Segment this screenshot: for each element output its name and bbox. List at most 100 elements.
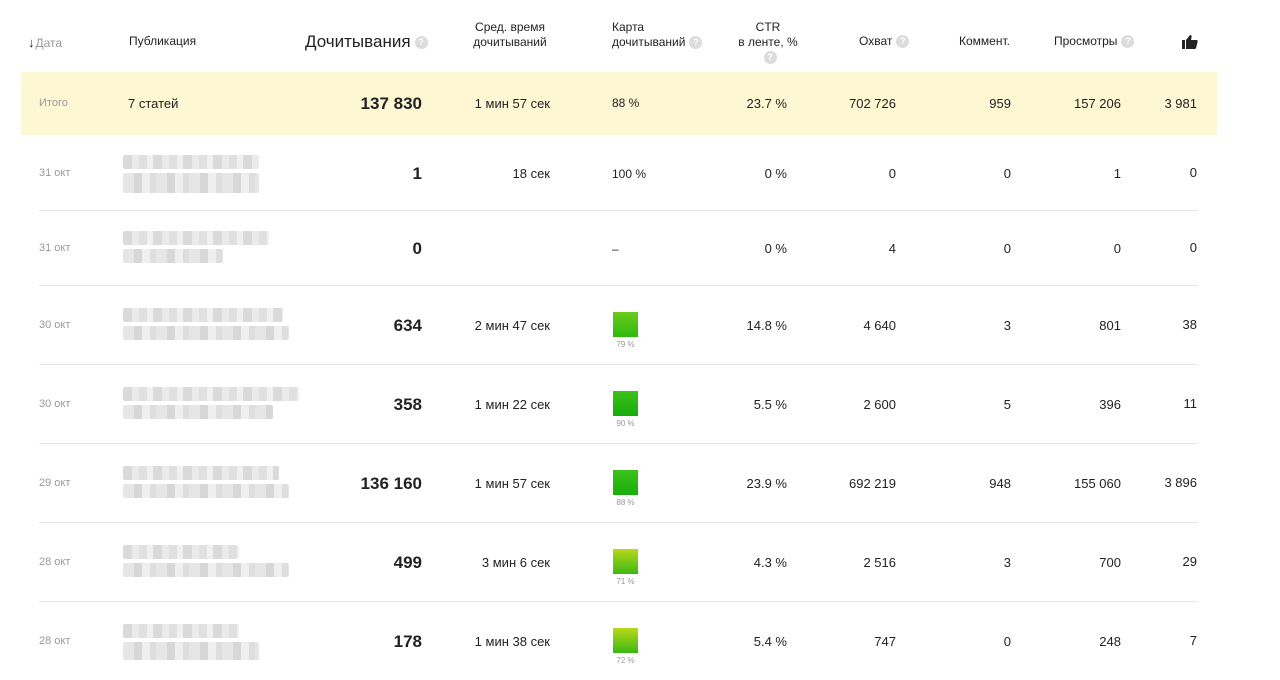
row-likes: 11: [1183, 396, 1198, 411]
table-row[interactable]: 28 окт 499 3 мин 6 сек 71 % 4.3 % 2 516 …: [0, 523, 1280, 602]
row-avg-time: 3 мин 6 сек: [481, 555, 550, 570]
row-likes: 7: [1189, 633, 1197, 648]
row-ctr: 0 %: [764, 241, 787, 256]
publication-thumbnail-blurred[interactable]: [123, 387, 299, 401]
table-row[interactable]: 30 окт 358 1 мин 22 сек 90 % 5.5 % 2 600…: [0, 365, 1280, 444]
row-ctr: 5.5 %: [753, 397, 787, 412]
reads-map-bar[interactable]: [613, 628, 638, 653]
row-likes: 38: [1182, 317, 1197, 332]
table-row[interactable]: 28 окт 178 1 мин 38 сек 72 % 5.4 % 747 0…: [0, 602, 1280, 680]
reads-map-bar[interactable]: [613, 470, 638, 495]
reads-map-percent: 71 %: [616, 577, 635, 586]
reach-header-label: Охват: [859, 34, 893, 48]
reads-map-bar[interactable]: [613, 391, 638, 416]
row-date: 28 окт: [39, 556, 71, 568]
reach-header[interactable]: Охват?: [859, 34, 910, 49]
reads-map-percent: 79 %: [616, 340, 635, 349]
publication-thumbnail-blurred[interactable]: [123, 155, 259, 169]
publication-title-blurred[interactable]: [123, 642, 259, 660]
row-date: 30 окт: [39, 319, 71, 331]
total-reads: 137 830: [360, 94, 422, 113]
reads-map-bar[interactable]: [613, 312, 638, 337]
date-header-label: Дата: [35, 36, 63, 50]
help-icon[interactable]: ?: [763, 51, 777, 65]
row-date: 31 окт: [39, 242, 71, 254]
publication-thumbnail-blurred[interactable]: [123, 624, 239, 638]
avg-time-header[interactable]: Сред. время дочитываний: [460, 20, 560, 50]
total-publications: 7 статей: [128, 96, 179, 111]
views-header[interactable]: Просмотры?: [1054, 34, 1135, 49]
publication-title-blurred[interactable]: [123, 563, 289, 577]
row-views: 155 060: [1074, 476, 1121, 491]
publication-thumbnail-blurred[interactable]: [123, 231, 269, 245]
publication-header[interactable]: Публикация: [129, 34, 196, 49]
row-views: 0: [1113, 241, 1121, 256]
row-ctr: 4.3 %: [753, 555, 787, 570]
publication-thumbnail-blurred[interactable]: [123, 545, 239, 559]
row-reach: 0: [888, 166, 896, 181]
row-likes: 29: [1182, 554, 1197, 569]
total-avg-time: 1 мин 57 сек: [474, 96, 550, 111]
row-date: 29 окт: [39, 477, 71, 489]
help-icon[interactable]: ?: [896, 35, 910, 49]
reads-map-percent: 90 %: [616, 419, 635, 428]
avg-time-header-line1: Сред. время: [475, 20, 545, 34]
row-map-text: 100 %: [612, 167, 647, 181]
reads-map-bar[interactable]: [613, 549, 638, 574]
row-reach: 2 516: [863, 555, 896, 570]
total-map: 88 %: [612, 96, 640, 110]
reads-map-percent: 72 %: [616, 656, 635, 665]
row-avg-time: 1 мин 38 сек: [474, 634, 550, 649]
ctr-header-line1: CTR: [755, 20, 781, 34]
publication-title-blurred[interactable]: [123, 484, 289, 498]
map-header-line2: дочитываний: [612, 35, 686, 49]
total-likes: 3 981: [1164, 96, 1197, 111]
reads-header[interactable]: Дочитывания?: [305, 32, 428, 52]
publication-title-blurred[interactable]: [123, 173, 259, 193]
help-icon[interactable]: ?: [689, 36, 703, 50]
row-likes: 3 896: [1164, 475, 1197, 490]
ctr-header[interactable]: CTR в ленте, %?: [730, 20, 806, 65]
row-date: 31 окт: [39, 167, 71, 179]
table-row[interactable]: 30 окт 634 2 мин 47 сек 79 % 14.8 % 4 64…: [0, 286, 1280, 365]
row-comments: 0: [1003, 166, 1011, 181]
reads-map-header[interactable]: Карта дочитываний?: [612, 20, 703, 50]
row-reach: 747: [874, 634, 896, 649]
views-header-label: Просмотры: [1054, 34, 1118, 48]
table-header: ↓Дата Публикация Дочитывания? Сред. врем…: [0, 0, 1280, 72]
row-views: 248: [1099, 634, 1121, 649]
article-stats-table: ↓Дата Публикация Дочитывания? Сред. врем…: [0, 0, 1280, 680]
publication-title-blurred[interactable]: [123, 405, 273, 419]
row-views: 1: [1113, 166, 1121, 181]
thumbs-up-icon[interactable]: [1182, 35, 1198, 49]
total-label: Итого: [39, 97, 68, 109]
row-reads: 499: [393, 553, 422, 572]
row-comments: 3: [1003, 555, 1011, 570]
comments-header[interactable]: Коммент.: [959, 34, 1010, 49]
total-ctr: 23.7 %: [746, 96, 787, 111]
row-reads: 178: [393, 632, 422, 651]
row-ctr: 23.9 %: [746, 476, 787, 491]
help-icon[interactable]: ?: [1121, 35, 1135, 49]
table-row[interactable]: 31 окт 1 18 сек 100 % 0 % 0 0 1 0: [0, 135, 1280, 211]
row-ctr: 14.8 %: [746, 318, 787, 333]
row-comments: 0: [1003, 634, 1011, 649]
table-row[interactable]: 29 окт 136 160 1 мин 57 сек 88 % 23.9 % …: [0, 444, 1280, 523]
row-avg-time: 18 сек: [512, 166, 551, 181]
row-comments: 948: [989, 476, 1011, 491]
row-views: 396: [1099, 397, 1121, 412]
publication-title-blurred[interactable]: [123, 249, 223, 263]
reads-header-label: Дочитывания: [305, 32, 411, 51]
row-reach: 4: [888, 241, 896, 256]
publication-title-blurred[interactable]: [123, 326, 289, 340]
row-views: 700: [1099, 555, 1121, 570]
help-icon[interactable]: ?: [414, 36, 428, 50]
table-row[interactable]: 31 окт 0 – 0 % 4 0 0 0: [0, 211, 1280, 286]
row-likes: 0: [1189, 240, 1197, 255]
row-views: 801: [1099, 318, 1121, 333]
total-reach: 702 726: [849, 96, 896, 111]
total-row: Итого 7 статей 137 830 1 мин 57 сек 88 %…: [21, 72, 1217, 135]
sort-by-date-header[interactable]: ↓Дата: [28, 35, 62, 51]
publication-thumbnail-blurred[interactable]: [123, 466, 279, 480]
publication-thumbnail-blurred[interactable]: [123, 308, 283, 322]
